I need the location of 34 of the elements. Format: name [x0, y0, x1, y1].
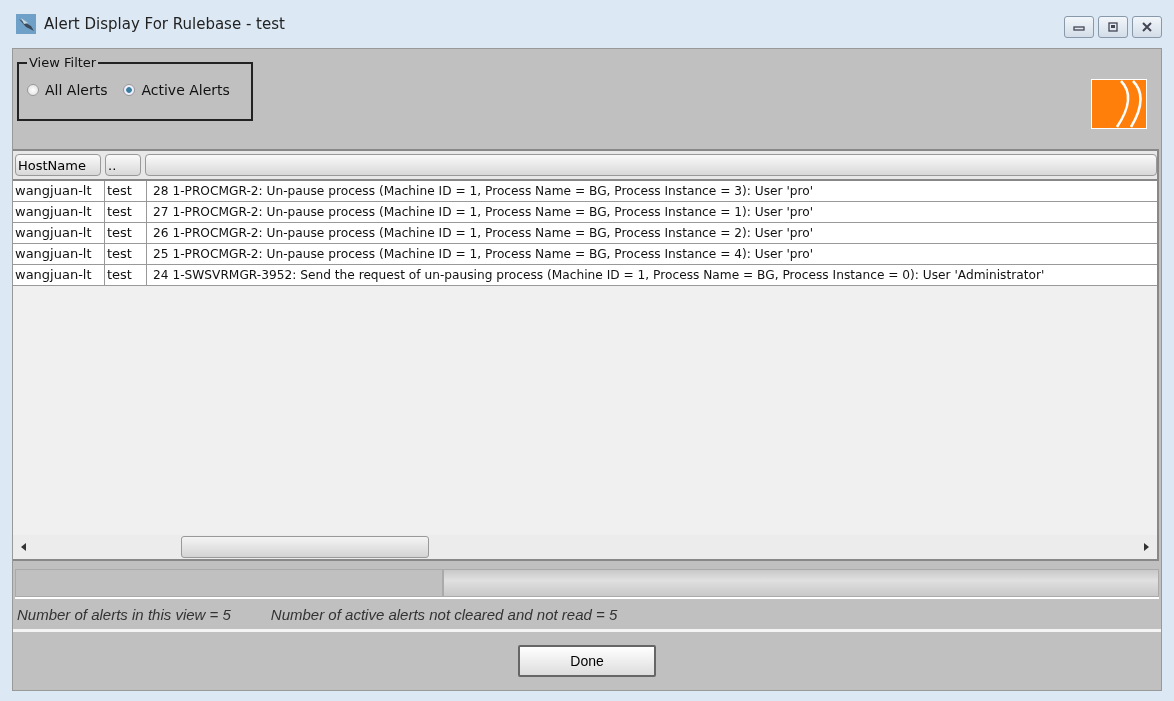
table-cell-text: 27 1-PROCMGR-2: Un-pause process (Machine ID = 1, Process Name = BG, Process Instance = 1): User 'pro': [152, 204, 815, 221]
logo-icon: [1091, 79, 1147, 129]
column-header[interactable]: ..: [105, 154, 141, 176]
table-cell-text: 26 1-PROCMGR-2: Un-pause process (Machine ID = 1, Process Name = BG, Process Instance = 2): User 'pro': [152, 225, 815, 242]
table-cell: test: [105, 202, 147, 222]
scroll-right-icon[interactable]: [1143, 543, 1149, 551]
done-button[interactable]: Done: [518, 645, 656, 677]
view-filter-label: View Filter: [28, 55, 98, 70]
table-cell: wangjuan-lt: [13, 223, 105, 243]
table-cell-text: 24 1-SWSVRMGR-3952: Send the request of un-pausing process (Machine ID = 1, Process Name = BG, Process Instance = 0): User 'Administrator': [152, 267, 1046, 284]
radio-option[interactable]: All Alerts: [27, 82, 108, 98]
bird-icon: [16, 14, 36, 34]
table-cell: wangjuan-lt: [13, 244, 105, 264]
status-text: Number of alerts in this view = 5: [17, 605, 231, 623]
table-cell: wangjuan-lt: [13, 181, 105, 201]
minimize-button[interactable]: [1064, 16, 1094, 38]
table-cell-text: 25 1-PROCMGR-2: Un-pause process (Machine ID = 1, Process Name = BG, Process Instance = 4): User 'pro': [152, 246, 815, 263]
maximize-icon: [1107, 21, 1119, 33]
column-header[interactable]: HostName: [15, 154, 101, 176]
table-cell-text: 28 1-PROCMGR-2: Un-pause process (Machine ID = 1, Process Name = BG, Process Instance = 3): User 'pro': [152, 183, 815, 200]
table-cell: wangjuan-lt: [13, 202, 105, 222]
close-button[interactable]: [1132, 16, 1162, 38]
scrollbar-thumb[interactable]: [181, 536, 429, 558]
window-title: Alert Display For Rulebase - test: [44, 15, 286, 33]
maximize-button[interactable]: [1098, 16, 1128, 38]
table-cell: test: [105, 223, 147, 243]
radio-option[interactable]: Active Alerts: [123, 82, 230, 98]
table-cell: wangjuan-lt: [13, 265, 105, 285]
scroll-left-icon[interactable]: [21, 543, 27, 551]
status-text: Number of active alerts not cleared and not read = 5: [270, 605, 618, 623]
table-cell: test: [105, 244, 147, 264]
table-cell: test: [105, 265, 147, 285]
table-cell: test: [105, 181, 147, 201]
close-icon: [1141, 21, 1153, 33]
